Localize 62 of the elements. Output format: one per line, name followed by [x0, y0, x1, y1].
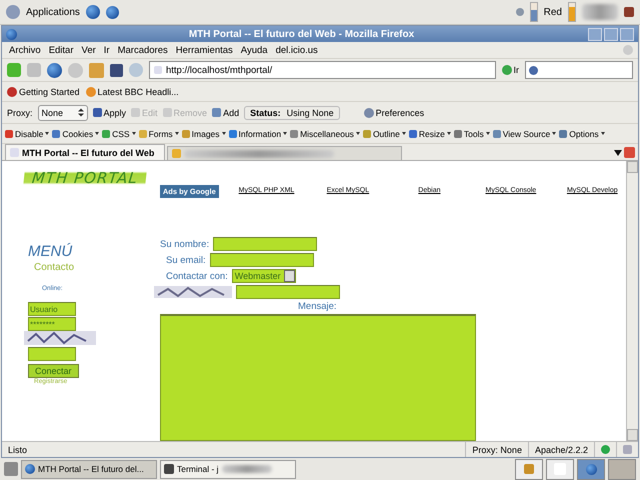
network-label: Red [544, 6, 562, 18]
url-text: http://localhost/mthportal/ [166, 64, 272, 76]
developer-menu[interactable]: Outline [362, 128, 406, 138]
menu-heading: MENÚ [28, 243, 72, 260]
proxy-label: Proxy: [7, 108, 33, 118]
search-field[interactable] [525, 61, 633, 79]
captcha-image [24, 331, 96, 345]
text-field[interactable] [210, 253, 314, 267]
menu-item[interactable]: Marcadores [116, 44, 170, 56]
menu-item[interactable]: Ayuda [238, 44, 270, 56]
menu-item[interactable]: Archivo [7, 44, 43, 56]
username-field[interactable]: Usuario [28, 302, 76, 316]
developer-menu[interactable]: View Source [492, 128, 556, 138]
status-text: Listo [7, 444, 28, 456]
window-title: MTH Portal -- El futuro del Web - Mozilla Firefox [188, 28, 416, 40]
form-label: Contactar con: [166, 270, 228, 282]
workspace-button[interactable] [546, 458, 574, 480]
browser-tab[interactable]: MTH Portal -- El futuro del Web [5, 144, 165, 160]
recipient-select[interactable]: Webmaster [232, 269, 296, 283]
form-label: Su email: [166, 254, 206, 266]
bookmark-item[interactable]: Getting Started [7, 86, 80, 96]
login-button[interactable]: Conectar [28, 364, 79, 378]
globe-icon[interactable] [86, 5, 100, 19]
proxy-select[interactable]: None [38, 104, 88, 120]
scrollbar[interactable] [626, 161, 638, 441]
menu-item[interactable]: Editar [46, 44, 76, 56]
taskbar-button[interactable]: MTH Portal -- El futuro del... [21, 460, 157, 478]
proxy-status-text: Proxy: None [465, 442, 528, 457]
toolbar-button[interactable]: Add [212, 108, 240, 118]
developer-menu[interactable]: Images [182, 128, 226, 138]
menu-item[interactable]: Herramientas [174, 44, 235, 56]
menu-item[interactable]: del.icio.us [274, 44, 320, 56]
developer-menu[interactable]: Information [228, 128, 288, 138]
developer-menu[interactable]: CSS [102, 128, 136, 138]
password-field[interactable]: ******** [28, 317, 76, 331]
captcha-field[interactable] [28, 347, 76, 361]
form-label: Su nombre: [160, 238, 210, 250]
preferences-button[interactable]: Preferences [364, 108, 424, 118]
developer-menu[interactable]: Resize [408, 128, 451, 138]
developer-menu[interactable]: Forms [138, 128, 179, 138]
message-field[interactable] [160, 314, 476, 441]
toolbar-button[interactable]: Apply [92, 108, 126, 118]
menu-item[interactable]: Ver [80, 44, 98, 56]
applications-menu[interactable]: Applications [26, 6, 80, 18]
workspace-button[interactable] [515, 458, 543, 480]
text-field[interactable] [213, 237, 318, 251]
address-field[interactable]: http://localhost/mthportal/ [149, 61, 496, 79]
proxy-status: Status: Using None [244, 106, 340, 120]
browser-tab[interactable] [167, 146, 402, 160]
developer-menu[interactable]: Miscellaneous [290, 128, 360, 138]
taskbar-button[interactable]: Terminal - j [160, 460, 296, 478]
bookmark-item[interactable]: Latest BBC Headli... [86, 86, 179, 96]
menu-item[interactable]: Ir [102, 44, 112, 56]
message-label: Mensaje: [298, 301, 337, 312]
developer-menu[interactable]: Disable [5, 128, 50, 138]
workspace-button[interactable] [577, 458, 605, 480]
server-status-text: Apache/2.2.2 [528, 442, 594, 457]
developer-menu[interactable]: Tools [454, 128, 490, 138]
captcha-field[interactable] [236, 285, 340, 299]
developer-menu[interactable]: Cookies [52, 128, 100, 138]
developer-menu[interactable]: Options [559, 128, 605, 138]
spinner-arrows-icon [78, 108, 84, 117]
